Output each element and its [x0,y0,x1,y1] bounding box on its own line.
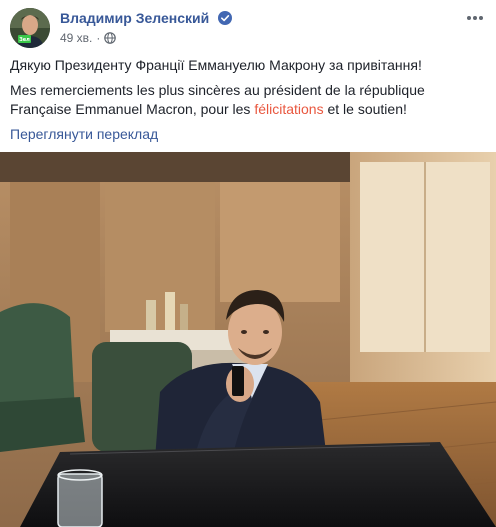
message-french-part2: et le soutien! [323,101,407,117]
message-ukrainian: Дякую Президенту Франції Еммануелю Макро… [10,57,422,73]
post-message: Дякую Президенту Франції Еммануелю Макро… [10,56,486,125]
message-french: Mes remerciements les plus sincères au p… [10,81,486,119]
post-photo-image [0,152,496,527]
message-french-highlight: félicitations [254,101,324,117]
author-name-link[interactable]: Владимир Зеленский [60,10,209,26]
verified-badge-icon [218,11,232,25]
post-header: Зел Владимир Зеленский 49 хв. · [10,8,486,48]
post-meta: 49 хв. · [60,31,117,45]
meta-separator: · [96,31,101,45]
post-timestamp[interactable]: 49 хв. [60,31,92,45]
globe-icon[interactable] [104,32,117,44]
post-photo[interactable] [0,152,496,527]
more-options-icon[interactable] [466,14,484,22]
facebook-post: Зел Владимир Зеленский 49 хв. · Дякую Пр… [0,0,496,527]
see-translation-link[interactable]: Переглянути переклад [10,126,158,142]
avatar-badge-text: Зел [19,37,30,43]
author-avatar[interactable]: Зел [10,8,50,48]
